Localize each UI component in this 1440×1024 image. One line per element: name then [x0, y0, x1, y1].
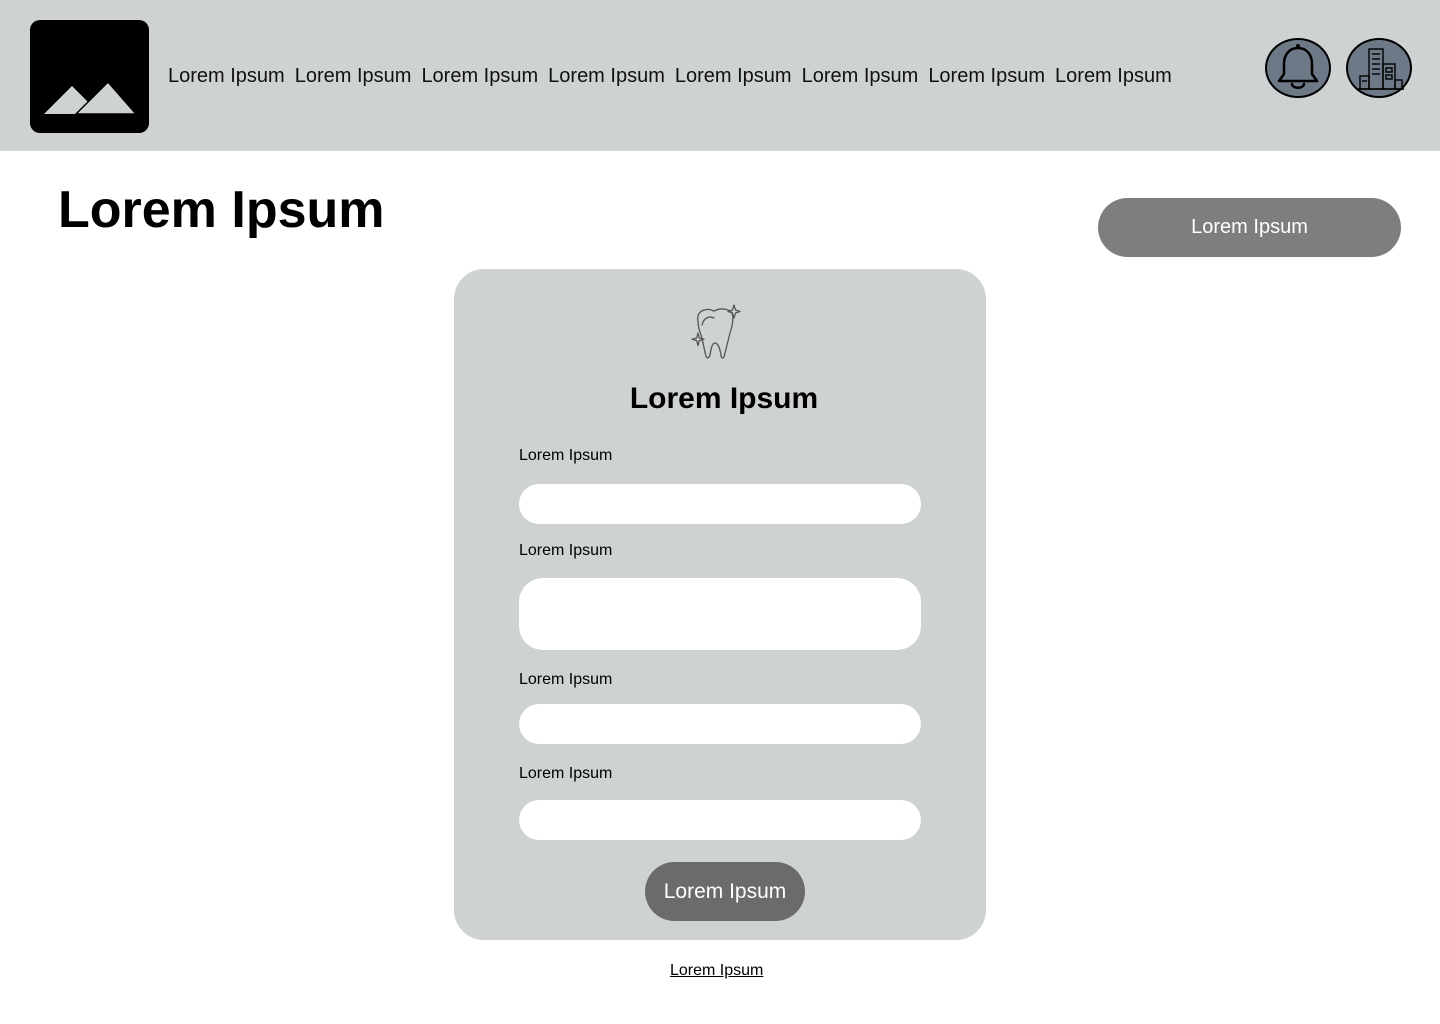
primary-action-button[interactable]: Lorem Ipsum	[1098, 198, 1401, 257]
form-title: Lorem Ipsum	[629, 382, 819, 415]
logo[interactable]	[30, 20, 149, 133]
building-icon	[1356, 48, 1404, 90]
main-nav: Lorem Ipsum Lorem Ipsum Lorem Ipsum Lore…	[168, 62, 1182, 90]
form-card: Lorem Ipsum Lorem Ipsum Lorem Ipsum Lore…	[454, 269, 986, 940]
nav-item-7[interactable]: Lorem Ipsum	[928, 62, 1045, 90]
submit-button[interactable]: Lorem Ipsum	[645, 862, 805, 921]
field-2-label: Lorem Ipsum	[519, 542, 613, 559]
nav-item-4[interactable]: Lorem Ipsum	[548, 62, 665, 90]
top-header: Lorem Ipsum Lorem Ipsum Lorem Ipsum Lore…	[0, 0, 1440, 151]
field-1-label: Lorem Ipsum	[519, 447, 613, 464]
page-title: Lorem Ipsum	[58, 181, 385, 239]
image-placeholder-icon	[44, 80, 138, 115]
field-2-textarea[interactable]	[519, 578, 921, 650]
tooth-sparkle-icon	[691, 304, 741, 359]
nav-item-5[interactable]: Lorem Ipsum	[675, 62, 792, 90]
footer-link[interactable]: Lorem Ipsum	[670, 960, 763, 982]
field-4-input[interactable]	[519, 800, 921, 840]
field-3-label: Lorem Ipsum	[519, 671, 613, 688]
field-3-input[interactable]	[519, 704, 921, 744]
nav-item-1[interactable]: Lorem Ipsum	[168, 62, 285, 90]
organization-button[interactable]	[1346, 38, 1412, 98]
field-1-input[interactable]	[519, 484, 921, 524]
nav-item-3[interactable]: Lorem Ipsum	[421, 62, 538, 90]
field-4-label: Lorem Ipsum	[519, 765, 613, 782]
nav-item-8[interactable]: Lorem Ipsum	[1055, 62, 1172, 90]
notifications-button[interactable]	[1265, 38, 1331, 98]
nav-item-2[interactable]: Lorem Ipsum	[295, 62, 412, 90]
bell-icon	[1277, 44, 1319, 89]
nav-item-6[interactable]: Lorem Ipsum	[802, 62, 919, 90]
